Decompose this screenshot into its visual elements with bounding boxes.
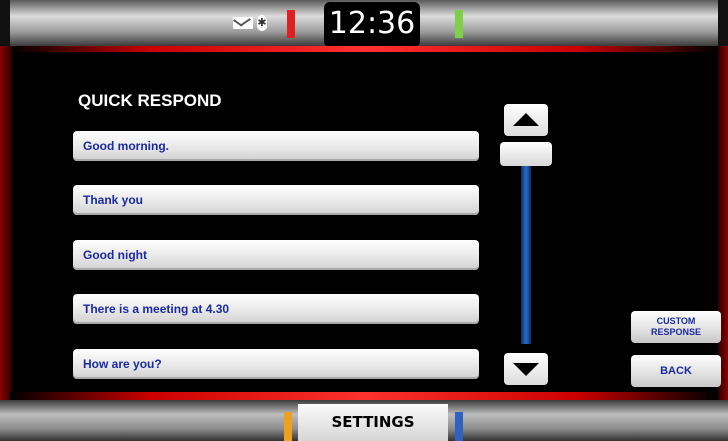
- scroll-down-button[interactable]: [504, 353, 548, 385]
- custom-response-line1: CUSTOM: [656, 316, 696, 326]
- red-indicator: [287, 10, 295, 38]
- arrow-down-icon: [513, 363, 539, 376]
- custom-response-line2: RESPONSE: [650, 327, 701, 337]
- response-option[interactable]: There is a meeting at 4.30: [73, 294, 479, 324]
- blue-indicator: [455, 412, 463, 441]
- status-bar-right-edge: [718, 0, 728, 46]
- scrollbar-thumb[interactable]: [500, 142, 552, 166]
- settings-tab[interactable]: SETTINGS: [298, 404, 448, 441]
- back-button[interactable]: BACK: [631, 355, 721, 387]
- status-icons: ✱: [233, 14, 267, 32]
- mail-icon: [233, 17, 253, 29]
- response-option[interactable]: Thank you: [73, 185, 479, 215]
- left-frame: [0, 46, 12, 402]
- response-option[interactable]: Good morning.: [73, 131, 479, 161]
- response-option[interactable]: Good night: [73, 240, 479, 270]
- status-bar-left-edge: [0, 0, 10, 46]
- right-frame: [718, 46, 728, 402]
- response-option[interactable]: How are you?: [73, 349, 479, 379]
- arrow-up-icon: [513, 113, 539, 126]
- green-indicator: [455, 10, 463, 38]
- bluetooth-icon: ✱: [257, 15, 267, 31]
- page-title: QUICK RESPOND: [78, 91, 222, 110]
- custom-response-button[interactable]: CUSTOM RESPONSE: [631, 311, 721, 343]
- top-glow-divider: [10, 46, 718, 52]
- bottom-glow-divider: [10, 392, 718, 400]
- orange-indicator: [284, 412, 292, 441]
- scroll-up-button[interactable]: [504, 104, 548, 136]
- scrollbar-track[interactable]: [521, 166, 531, 344]
- clock: 12:36: [324, 2, 420, 46]
